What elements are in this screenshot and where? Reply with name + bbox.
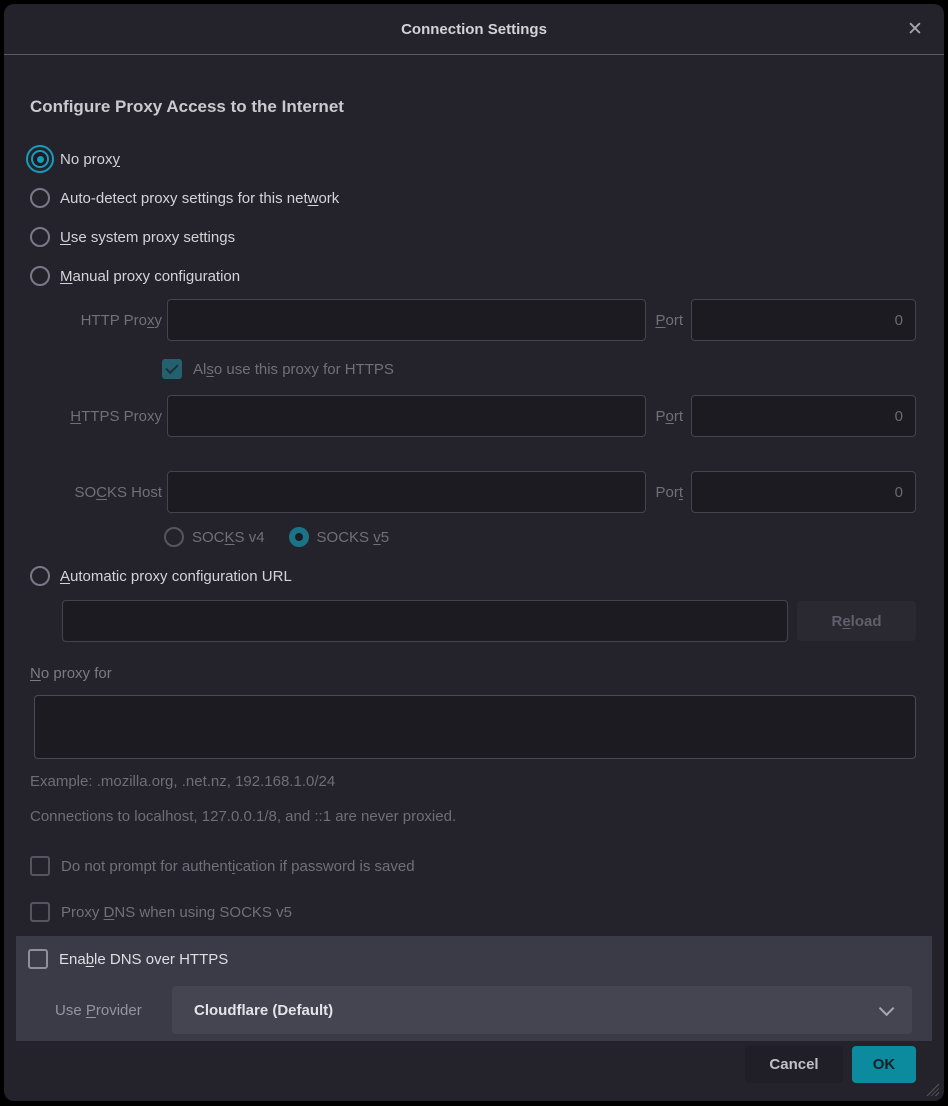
close-icon[interactable]: ✕ [902, 17, 928, 43]
reload-button: Reload [797, 601, 916, 641]
radio-manual-proxy-label: Manual proxy configuration [60, 268, 240, 285]
radio-auto-detect[interactable]: Auto-detect proxy settings for this netw… [30, 184, 916, 212]
also-https-label: Also use this proxy for HTTPS [193, 361, 394, 378]
auto-url-input [62, 600, 788, 642]
http-proxy-row: HTTP Proxy Port [30, 299, 916, 341]
radio-selected-disabled-icon [289, 527, 309, 547]
radio-no-proxy[interactable]: No proxy [30, 145, 916, 173]
dialog-content: Configure Proxy Access to the Internet N… [4, 97, 944, 1083]
also-https-checkbox [162, 359, 182, 379]
enable-doh-checkbox-row[interactable]: Enable DNS over HTTPS [28, 948, 912, 970]
https-port-input [691, 395, 916, 437]
no-proxy-for-textarea[interactable] [34, 695, 916, 759]
no-prompt-checkbox [30, 856, 50, 876]
radio-icon [30, 266, 50, 286]
resize-grip[interactable] [924, 1081, 939, 1096]
radio-auto-url-label: Automatic proxy configuration URL [60, 568, 292, 585]
radio-icon [164, 527, 184, 547]
https-port-label: Port [655, 408, 683, 425]
footer-buttons: Cancel OK [30, 1046, 916, 1083]
radio-no-proxy-label: No proxy [60, 151, 120, 168]
chevron-down-icon [879, 1000, 895, 1016]
radio-system-proxy[interactable]: Use system proxy settings [30, 223, 916, 251]
radio-selected-icon [26, 145, 54, 173]
dialog-title: Connection Settings [401, 21, 547, 38]
cancel-button[interactable]: Cancel [745, 1046, 843, 1083]
socks-host-row: SOCKS Host Port [30, 471, 916, 513]
section-heading: Configure Proxy Access to the Internet [30, 97, 916, 121]
https-proxy-label: HTTPS Proxy [30, 408, 162, 425]
provider-selected-value: Cloudflare (Default) [194, 1002, 879, 1019]
enable-doh-checkbox[interactable] [28, 949, 48, 969]
provider-dropdown[interactable]: Cloudflare (Default) [172, 986, 912, 1034]
radio-icon [30, 227, 50, 247]
http-port-label: Port [655, 312, 683, 329]
dns-over-https-section: Enable DNS over HTTPS Use Provider Cloud… [16, 936, 932, 1041]
use-provider-label: Use Provider [55, 1002, 172, 1019]
socks-v5-label: SOCKS v5 [317, 529, 390, 546]
radio-auto-detect-label: Auto-detect proxy settings for this netw… [60, 190, 339, 207]
no-prompt-label: Do not prompt for authentication if pass… [61, 858, 415, 875]
http-port-input [691, 299, 916, 341]
socks-version-row: SOCKS v4 SOCKS v5 [164, 526, 916, 548]
http-proxy-label: HTTP Proxy [30, 312, 162, 329]
provider-row: Use Provider Cloudflare (Default) [28, 986, 912, 1034]
socks-host-label: SOCKS Host [30, 484, 162, 501]
proxy-dns-checkbox [30, 902, 50, 922]
http-proxy-input [167, 299, 646, 341]
https-proxy-row: HTTPS Proxy Port [30, 395, 916, 437]
radio-auto-url[interactable]: Automatic proxy configuration URL [30, 562, 916, 590]
no-prompt-checkbox-row: Do not prompt for authentication if pass… [30, 855, 916, 877]
no-proxy-for-label: No proxy for [30, 665, 916, 684]
radio-system-proxy-label: Use system proxy settings [60, 229, 235, 246]
proxy-dns-checkbox-row: Proxy DNS when using SOCKS v5 [30, 901, 916, 923]
connection-settings-dialog: Connection Settings ✕ Configure Proxy Ac… [4, 4, 944, 1101]
https-proxy-input [167, 395, 646, 437]
socks-port-label: Port [655, 484, 683, 501]
no-proxy-note: Connections to localhost, 127.0.0.1/8, a… [30, 808, 916, 827]
no-proxy-example: Example: .mozilla.org, .net.nz, 192.168.… [30, 773, 916, 792]
auto-url-row: Reload [30, 600, 916, 642]
proxy-dns-label: Proxy DNS when using SOCKS v5 [61, 904, 292, 921]
screen: Connection Settings ✕ Configure Proxy Ac… [0, 0, 948, 1106]
socks-port-input [691, 471, 916, 513]
socks-v4-label: SOCKS v4 [192, 529, 265, 546]
also-https-checkbox-row: Also use this proxy for HTTPS [162, 358, 916, 380]
ok-button[interactable]: OK [852, 1046, 916, 1083]
radio-manual-proxy[interactable]: Manual proxy configuration [30, 262, 916, 290]
enable-doh-label: Enable DNS over HTTPS [59, 951, 228, 968]
radio-icon [30, 566, 50, 586]
titlebar: Connection Settings ✕ [4, 4, 944, 55]
radio-icon [30, 188, 50, 208]
socks-v5-radio: SOCKS v5 [289, 527, 390, 547]
socks-host-input [167, 471, 646, 513]
